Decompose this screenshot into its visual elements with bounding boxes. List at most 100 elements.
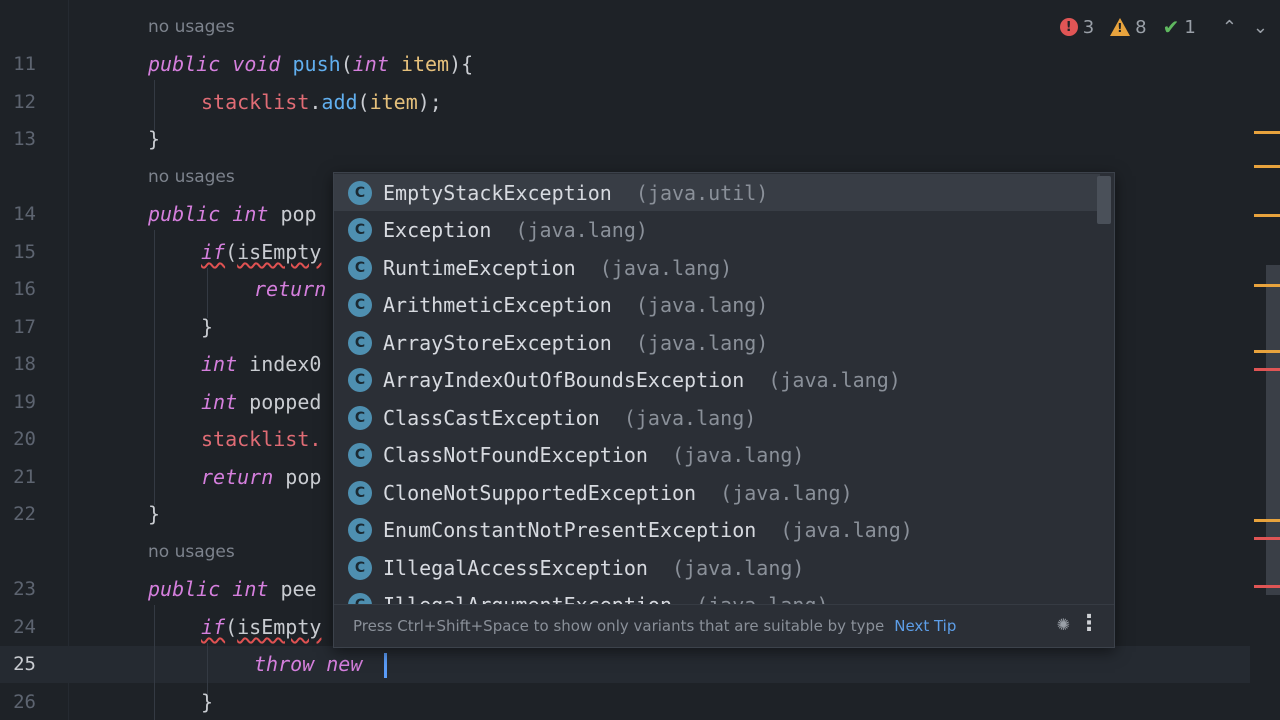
current-line-highlight bbox=[0, 646, 1250, 683]
inspections-widget[interactable]: ! 3 ! 8 ✔ 1 ⌃ ⌄ bbox=[1059, 14, 1268, 40]
class-icon: C bbox=[348, 480, 372, 505]
completion-item-name: ArithmeticException bbox=[383, 293, 612, 317]
completion-item-package: (java.lang) bbox=[720, 480, 853, 505]
code-line-20[interactable]: stacklist. bbox=[201, 427, 321, 451]
line-number-current: 25 bbox=[13, 653, 36, 675]
line-number: 17 bbox=[13, 316, 36, 338]
error-marker[interactable] bbox=[1254, 368, 1280, 371]
error-marker[interactable] bbox=[1254, 585, 1280, 588]
errors-count[interactable]: ! 3 bbox=[1059, 17, 1094, 38]
completion-item[interactable]: C EmptyStackException (java.util) bbox=[334, 174, 1100, 211]
line-number: 18 bbox=[13, 353, 36, 375]
completion-item-name: EnumConstantNotPresentException bbox=[383, 518, 757, 542]
warning-triangle-icon: ! bbox=[1110, 18, 1131, 36]
usages-hint[interactable]: no usages bbox=[148, 542, 235, 562]
warnings-count[interactable]: ! 8 bbox=[1110, 17, 1147, 38]
ok-count[interactable]: ✔ 1 bbox=[1163, 15, 1196, 39]
completion-item[interactable]: C RuntimeException (java.lang) bbox=[334, 249, 1100, 286]
more-vertical-icon[interactable]: ⋮ bbox=[1078, 611, 1100, 636]
warning-marker[interactable] bbox=[1254, 350, 1280, 353]
completion-item-name: IllegalAccessException bbox=[383, 555, 648, 580]
text-caret bbox=[384, 653, 387, 678]
class-icon: C bbox=[348, 218, 372, 242]
line-number: 20 bbox=[13, 428, 36, 450]
warning-marker[interactable] bbox=[1254, 519, 1280, 522]
completion-item[interactable]: C ArrayIndexOutOfBoundsException (java.la… bbox=[334, 362, 1100, 399]
completion-item[interactable]: C ClassCastException (java.lang) bbox=[334, 399, 1100, 436]
completion-item-package: (java.lang) bbox=[515, 218, 648, 242]
code-line-18[interactable]: int index0 bbox=[201, 352, 321, 376]
editor-scrollbar[interactable] bbox=[1266, 265, 1280, 595]
completion-item-name: EmptyStackException bbox=[383, 180, 612, 205]
completion-item-name: RuntimeException bbox=[383, 255, 576, 280]
completion-item-name: ArrayIndexOutOfBoundsException bbox=[383, 368, 745, 392]
class-icon: C bbox=[348, 368, 372, 392]
code-line-13[interactable]: } bbox=[148, 127, 160, 151]
usages-hint[interactable]: no usages bbox=[148, 17, 235, 37]
code-line-26[interactable]: } bbox=[201, 690, 213, 714]
indent-guide bbox=[154, 80, 155, 130]
completion-item[interactable]: C ArithmeticException (java.lang) bbox=[334, 287, 1100, 324]
code-line-22[interactable]: } bbox=[148, 502, 160, 526]
indent-guide bbox=[154, 605, 155, 720]
completion-item[interactable]: C CloneNotSupportedException (java.lang) bbox=[334, 474, 1100, 511]
completion-item-name: CloneNotSupportedException bbox=[383, 480, 697, 505]
completion-item[interactable]: C IllegalAccessException (java.lang) bbox=[334, 549, 1100, 586]
warning-marker[interactable] bbox=[1254, 214, 1280, 217]
completion-item[interactable]: C EnumConstantNotPresentException (java.l… bbox=[334, 512, 1100, 549]
completion-item-name: ArrayStoreException bbox=[383, 330, 612, 355]
line-number: 13 bbox=[13, 128, 36, 150]
code-line-19[interactable]: int popped bbox=[201, 390, 321, 414]
code-line-17[interactable]: } bbox=[201, 315, 213, 339]
code-line-11[interactable]: public void push(int item){ bbox=[148, 52, 473, 76]
chevron-up-icon[interactable]: ⌃ bbox=[1222, 17, 1237, 38]
completion-item[interactable]: C IllegalArgumentException (java.lang) bbox=[334, 587, 1100, 605]
completion-item-package: (java.lang) bbox=[672, 443, 805, 467]
indent-guide bbox=[154, 230, 155, 505]
completion-item-name: ClassCastException bbox=[383, 405, 600, 430]
line-number: 19 bbox=[13, 391, 36, 413]
completion-item[interactable]: C Exception (java.lang) bbox=[334, 212, 1100, 249]
line-number: 15 bbox=[13, 241, 36, 263]
line-number: 22 bbox=[13, 503, 36, 525]
chevron-down-icon[interactable]: ⌄ bbox=[1253, 17, 1268, 38]
code-line-25[interactable]: throw new bbox=[254, 652, 362, 676]
class-icon: C bbox=[348, 293, 372, 317]
code-line-16[interactable]: return bbox=[254, 277, 326, 301]
code-completion-popup[interactable]: C EmptyStackException (java.util) C Excepti… bbox=[333, 172, 1115, 648]
checkmark-icon: ✔ bbox=[1162, 15, 1180, 39]
class-icon: C bbox=[348, 255, 372, 280]
code-line-12[interactable]: stacklist.add(item); bbox=[201, 90, 442, 114]
line-number: 26 bbox=[13, 691, 36, 713]
code-line-21[interactable]: return pop bbox=[201, 465, 321, 489]
completion-item-package: (java.lang) bbox=[635, 293, 769, 317]
warning-marker[interactable] bbox=[1254, 284, 1280, 287]
completion-scrollbar[interactable] bbox=[1097, 176, 1111, 224]
code-line-14[interactable]: public int pop bbox=[148, 202, 317, 226]
warning-marker[interactable] bbox=[1254, 131, 1280, 134]
warning-marker[interactable] bbox=[1254, 165, 1280, 168]
completion-item-package: (java.lang) bbox=[768, 368, 901, 392]
completion-item-package: (java.lang) bbox=[599, 255, 733, 280]
class-icon: C bbox=[348, 518, 372, 542]
completion-item-package: (java.lang) bbox=[672, 555, 805, 580]
line-number: 24 bbox=[13, 616, 36, 638]
code-line-15[interactable]: if(isEmpty bbox=[201, 240, 321, 264]
line-number: 11 bbox=[13, 53, 36, 75]
next-tip-link[interactable]: Next Tip bbox=[894, 617, 956, 635]
gutter-separator bbox=[68, 0, 69, 720]
completion-list[interactable]: C EmptyStackException (java.util) C Excepti… bbox=[334, 173, 1100, 605]
line-number: 14 bbox=[13, 203, 36, 225]
line-number: 23 bbox=[13, 578, 36, 600]
completion-item-package: (java.lang) bbox=[635, 330, 769, 355]
error-marker[interactable] bbox=[1254, 537, 1280, 540]
loading-spinner-icon: ✺ bbox=[1056, 615, 1070, 634]
usages-hint[interactable]: no usages bbox=[148, 167, 235, 187]
line-number: 21 bbox=[13, 466, 36, 488]
completion-item[interactable]: C ArrayStoreException (java.lang) bbox=[334, 324, 1100, 361]
code-line-24[interactable]: if(isEmpty bbox=[201, 615, 321, 639]
code-line-23[interactable]: public int pee bbox=[148, 577, 317, 601]
completion-item[interactable]: C ClassNotFoundException (java.lang) bbox=[334, 437, 1100, 474]
indent-guide bbox=[207, 268, 208, 318]
completion-item-package: (java.lang) bbox=[623, 405, 757, 430]
